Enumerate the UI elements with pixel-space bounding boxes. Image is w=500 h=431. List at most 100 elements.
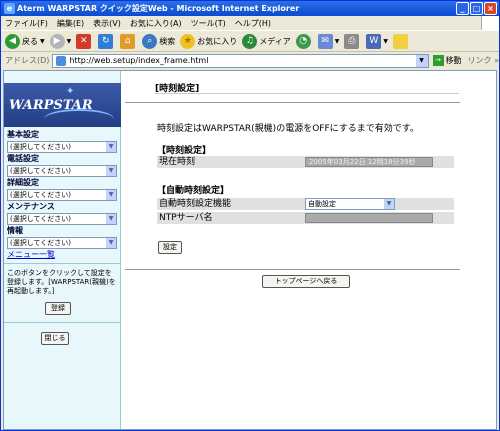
back-button[interactable]: ◀ 戻る ▼ bbox=[5, 33, 45, 49]
toolbar: ◀ 戻る ▼ ▶ ▼ ✕ ↻ ⌂ ⌕ 検索 ★ お気に入り ♫ メディア ◔ ✉… bbox=[1, 30, 499, 52]
edit-dropdown-icon[interactable]: ▼ bbox=[383, 38, 388, 45]
back-dropdown-icon[interactable]: ▼ bbox=[40, 38, 45, 45]
section-auto-heading: 【自動時刻設定】 bbox=[157, 186, 230, 196]
back-arrow-icon: ◀ bbox=[5, 33, 20, 49]
top-page-button[interactable]: トップページへ戻る bbox=[262, 275, 350, 288]
windows-logo-icon bbox=[481, 16, 499, 30]
ntp-label: NTPサーバ名 bbox=[159, 213, 213, 223]
edit-icon: W bbox=[366, 33, 382, 49]
favorites-button[interactable]: ★ お気に入り bbox=[180, 33, 238, 49]
messenger-icon bbox=[392, 33, 408, 49]
menu-help[interactable]: ヘルプ(H) bbox=[235, 18, 271, 29]
stop-icon: ✕ bbox=[76, 33, 92, 49]
address-input[interactable]: http://web.setup/index_frame.html ▼ bbox=[52, 53, 429, 68]
edit-button[interactable]: W ▼ bbox=[366, 33, 388, 49]
chevron-down-icon: ▼ bbox=[106, 190, 116, 200]
address-bar: アドレス(D) http://web.setup/index_frame.htm… bbox=[1, 52, 499, 69]
close-page-button[interactable]: 閉じる bbox=[41, 332, 69, 345]
current-time-value: 2005年03月22日 12時18分39秒 bbox=[305, 157, 433, 167]
search-button[interactable]: ⌕ 検索 bbox=[142, 33, 176, 49]
menu-view[interactable]: 表示(V) bbox=[93, 18, 121, 29]
search-icon: ⌕ bbox=[142, 33, 158, 49]
nav-select-info-value: (選択してください) bbox=[10, 239, 72, 247]
section-time-heading: 【時刻設定】 bbox=[157, 146, 212, 156]
menu-tools[interactable]: ツール(T) bbox=[191, 18, 226, 29]
print-button[interactable]: ⎙ bbox=[344, 33, 361, 49]
media-button[interactable]: ♫ メディア bbox=[242, 33, 291, 49]
back-label: 戻る bbox=[22, 36, 38, 46]
maximize-button[interactable]: □ bbox=[470, 2, 483, 15]
nav-group-info: 情報 (選択してください) ▼ bbox=[7, 225, 117, 249]
go-arrow-icon: → bbox=[432, 55, 444, 66]
logo-star-icon: ✦ bbox=[66, 86, 75, 97]
forward-button[interactable]: ▶ ▼ bbox=[49, 33, 72, 49]
search-label: 検索 bbox=[159, 36, 176, 46]
nav-select-info[interactable]: (選択してください) ▼ bbox=[7, 237, 117, 249]
auto-function-value: 自動設定 bbox=[308, 200, 336, 208]
menu-favorites[interactable]: お気に入り(A) bbox=[130, 18, 182, 29]
links-button[interactable]: リンク » bbox=[468, 55, 499, 66]
address-dropdown-icon[interactable]: ▼ bbox=[415, 54, 428, 67]
mail-dropdown-icon[interactable]: ▼ bbox=[335, 38, 340, 45]
nav-select-phone-value: (選択してください) bbox=[10, 167, 72, 175]
register-note-box: このボタンをクリックして設定を登録します。[WARPSTAR(親機)を再起動しま… bbox=[4, 263, 121, 323]
page-title: [時刻設定] bbox=[155, 81, 459, 94]
media-icon: ♫ bbox=[242, 33, 258, 49]
nav-group-basic: 基本設定 (選択してください) ▼ bbox=[7, 129, 117, 153]
address-url: http://web.setup/index_frame.html bbox=[69, 56, 209, 65]
page-content: ✦ WARPSTAR 基本設定 (選択してください) ▼ 電話設定 (選択してく… bbox=[3, 70, 497, 430]
set-button[interactable]: 設定 bbox=[158, 241, 182, 254]
forward-arrow-icon: ▶ bbox=[49, 33, 65, 49]
current-time-label: 現在時刻 bbox=[159, 157, 196, 167]
refresh-button[interactable]: ↻ bbox=[98, 33, 115, 49]
title-bar: e Aterm WARPSTAR クイック設定Web - Microsoft I… bbox=[1, 1, 499, 16]
window-title: Aterm WARPSTAR クイック設定Web - Microsoft Int… bbox=[17, 4, 300, 13]
chevron-down-icon: ▼ bbox=[106, 142, 116, 152]
menu-edit[interactable]: 編集(E) bbox=[57, 18, 84, 29]
description: 時刻設定はWARPSTAR(親機)の電源をOFFにするまで有効です。 bbox=[157, 124, 419, 134]
browser-window: e Aterm WARPSTAR クイック設定Web - Microsoft I… bbox=[0, 0, 500, 431]
nav-group-advanced: 詳細設定 (選択してください) ▼ bbox=[7, 177, 117, 201]
address-label: アドレス(D) bbox=[5, 56, 50, 65]
nav-label-basic: 基本設定 bbox=[7, 130, 39, 139]
nav-label-phone: 電話設定 bbox=[7, 154, 39, 163]
history-button[interactable]: ◔ bbox=[295, 33, 313, 49]
auto-function-select[interactable]: 自動設定 ▼ bbox=[305, 198, 395, 210]
logo-swirl bbox=[44, 109, 114, 127]
messenger-button[interactable] bbox=[392, 33, 410, 49]
ie-app-icon: e bbox=[4, 3, 15, 14]
go-button[interactable]: → 移動 bbox=[432, 55, 462, 66]
forward-dropdown-icon[interactable]: ▼ bbox=[67, 38, 72, 45]
nav-select-advanced-value: (選択してください) bbox=[10, 191, 72, 199]
favorites-label: お気に入り bbox=[197, 36, 238, 46]
mail-icon: ✉ bbox=[317, 33, 333, 49]
nav-label-info: 情報 bbox=[7, 226, 23, 235]
go-label: 移動 bbox=[445, 56, 462, 65]
nav-select-maintenance[interactable]: (選択してください) ▼ bbox=[7, 213, 117, 225]
stop-button[interactable]: ✕ bbox=[76, 33, 93, 49]
warpstar-logo: ✦ WARPSTAR bbox=[4, 83, 121, 127]
nav-select-phone[interactable]: (選択してください) ▼ bbox=[7, 165, 117, 177]
nav-select-basic[interactable]: (選択してください) ▼ bbox=[7, 141, 117, 153]
menu-list-link[interactable]: メニュー一覧 bbox=[7, 249, 55, 260]
nav-select-advanced[interactable]: (選択してください) ▼ bbox=[7, 189, 117, 201]
auto-function-label: 自動時刻設定機能 bbox=[159, 199, 232, 209]
history-icon: ◔ bbox=[295, 33, 311, 49]
chevron-down-icon: ▼ bbox=[384, 199, 394, 209]
nav-group-maintenance: メンテナンス (選択してください) ▼ bbox=[7, 201, 117, 225]
minimize-button[interactable]: _ bbox=[456, 2, 469, 15]
chevron-down-icon: ▼ bbox=[106, 238, 116, 248]
nav-select-basic-value: (選択してください) bbox=[10, 143, 72, 151]
ntp-input[interactable] bbox=[305, 213, 433, 223]
close-button[interactable]: × bbox=[484, 2, 497, 15]
print-icon: ⎙ bbox=[344, 33, 360, 49]
mail-button[interactable]: ✉ ▼ bbox=[317, 33, 340, 49]
register-button[interactable]: 登録 bbox=[45, 302, 71, 315]
menu-file[interactable]: ファイル(F) bbox=[5, 18, 48, 29]
home-button[interactable]: ⌂ bbox=[120, 33, 137, 49]
chevron-down-icon: ▼ bbox=[106, 166, 116, 176]
nav-label-maintenance: メンテナンス bbox=[7, 202, 55, 211]
right-frame: [時刻設定] 時刻設定はWARPSTAR(親機)の電源をOFFにするまで有効です… bbox=[122, 71, 496, 429]
menu-bar: ファイル(F) 編集(E) 表示(V) お気に入り(A) ツール(T) ヘルプ(… bbox=[1, 16, 499, 30]
nav-select-maintenance-value: (選択してください) bbox=[10, 215, 72, 223]
